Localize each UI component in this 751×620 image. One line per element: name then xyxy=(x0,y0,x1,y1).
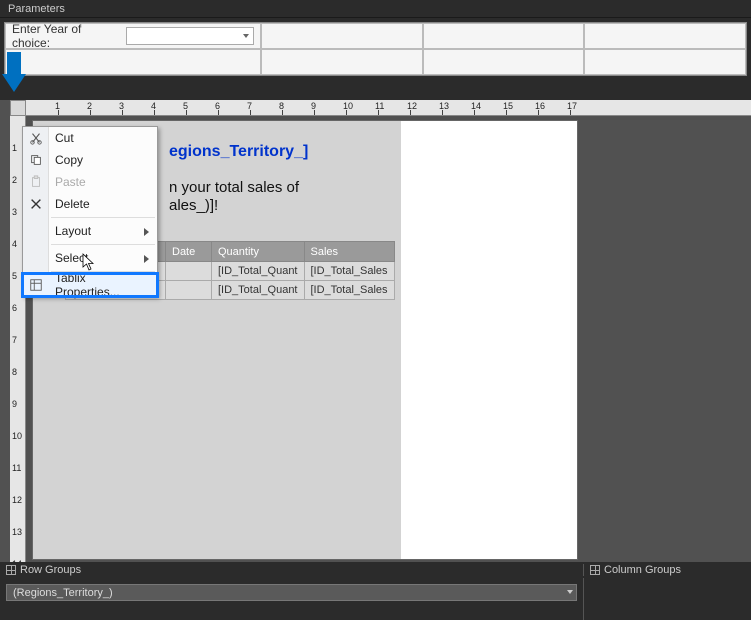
copy-icon xyxy=(28,152,44,168)
properties-icon xyxy=(28,277,44,293)
tablix-cell-total-qty[interactable]: [ID_Total_Quant xyxy=(212,281,305,300)
tablix-cell-total-sales[interactable]: [ID_Total_Sales xyxy=(304,281,394,300)
row-groups-label: Row Groups xyxy=(0,564,81,576)
horizontal-ruler: 1234567891011121314151617 xyxy=(26,100,751,116)
param-cell-empty-3[interactable] xyxy=(584,23,746,49)
parameters-title-bar: Parameters xyxy=(0,0,751,18)
column-groups-area[interactable] xyxy=(583,578,751,620)
menu-tablix-properties-label: Tablix Properties... xyxy=(55,271,149,299)
report-subtitle-line1[interactable]: n your total sales of xyxy=(169,179,299,196)
menu-paste: Paste xyxy=(23,171,157,193)
param-label: Enter Year of choice: xyxy=(12,22,122,50)
parameters-panel: Enter Year of choice: xyxy=(4,22,747,76)
tablix-cell-blank[interactable] xyxy=(166,262,212,281)
param-cell-r2c4[interactable] xyxy=(584,49,746,75)
tablix-header-quantity[interactable]: Quantity xyxy=(212,242,305,262)
param-cell-r2c2[interactable] xyxy=(261,49,423,75)
column-groups-label: Column Groups xyxy=(583,564,751,576)
scissors-icon xyxy=(28,130,44,146)
page-margin-area xyxy=(401,121,577,559)
menu-tablix-properties[interactable]: Tablix Properties... xyxy=(23,274,157,296)
menu-delete[interactable]: Delete xyxy=(23,193,157,215)
parameters-title: Parameters xyxy=(8,3,65,15)
param-cell-empty-1[interactable] xyxy=(261,23,423,49)
menu-layout-label: Layout xyxy=(55,224,91,238)
menu-cut-label: Cut xyxy=(55,131,74,145)
param-cell-r2c3[interactable] xyxy=(423,49,585,75)
grid-icon xyxy=(6,565,16,575)
param-cell-r2c1[interactable] xyxy=(5,49,261,75)
param-cell-empty-2[interactable] xyxy=(423,23,585,49)
paste-icon xyxy=(28,174,44,190)
tablix-header-date[interactable]: Date xyxy=(166,242,212,262)
ruler-tick: 8 xyxy=(10,372,26,373)
groups-label-bar: Row Groups Column Groups xyxy=(0,562,751,578)
param-cell-year: Enter Year of choice: xyxy=(5,23,261,49)
ruler-tick: 10 xyxy=(10,436,26,437)
row-groups-text: Row Groups xyxy=(20,564,81,576)
tablix-header-sales[interactable]: Sales xyxy=(304,242,394,262)
tablix-cell-total-blank[interactable] xyxy=(166,281,212,300)
menu-copy-label: Copy xyxy=(55,153,83,167)
tablix-cell-qty[interactable]: [ID_Total_Quant xyxy=(212,262,305,281)
ruler-tick: 12 xyxy=(10,500,26,501)
row-group-chip[interactable]: Regions_Territory_) xyxy=(6,584,577,601)
context-menu: Cut Copy Paste Delete Layout Select Tabl… xyxy=(22,126,158,297)
menu-cut[interactable]: Cut xyxy=(23,127,157,149)
ruler-tick: 7 xyxy=(10,340,26,341)
menu-paste-label: Paste xyxy=(55,175,86,189)
report-subtitle-line2[interactable]: ales_)]! xyxy=(169,197,218,214)
param-year-dropdown[interactable] xyxy=(126,27,254,45)
menu-separator-1 xyxy=(51,217,155,218)
blue-down-arrow-icon xyxy=(2,52,26,92)
chevron-down-icon[interactable] xyxy=(567,590,573,594)
row-group-chip-label: Regions_Territory_) xyxy=(17,587,113,599)
menu-copy[interactable]: Copy xyxy=(23,149,157,171)
groups-panel: Regions_Territory_) xyxy=(0,578,751,620)
tablix-cell-sales[interactable]: [ID_Total_Sales xyxy=(304,262,394,281)
menu-layout[interactable]: Layout xyxy=(23,220,157,242)
row-groups-area[interactable]: Regions_Territory_) xyxy=(0,578,583,620)
menu-delete-label: Delete xyxy=(55,197,90,211)
ruler-corner xyxy=(10,100,26,116)
ruler-tick: 9 xyxy=(10,404,26,405)
ruler-tick: 6 xyxy=(10,308,26,309)
delete-icon xyxy=(28,196,44,212)
menu-select[interactable]: Select xyxy=(23,247,157,269)
report-title-expression[interactable]: egions_Territory_] xyxy=(169,143,308,161)
menu-select-label: Select xyxy=(55,251,88,265)
grid-icon xyxy=(590,565,600,575)
ruler-tick: 11 xyxy=(10,468,26,469)
column-groups-text: Column Groups xyxy=(604,564,681,576)
menu-separator-2 xyxy=(51,244,155,245)
ruler-tick: 13 xyxy=(10,532,26,533)
